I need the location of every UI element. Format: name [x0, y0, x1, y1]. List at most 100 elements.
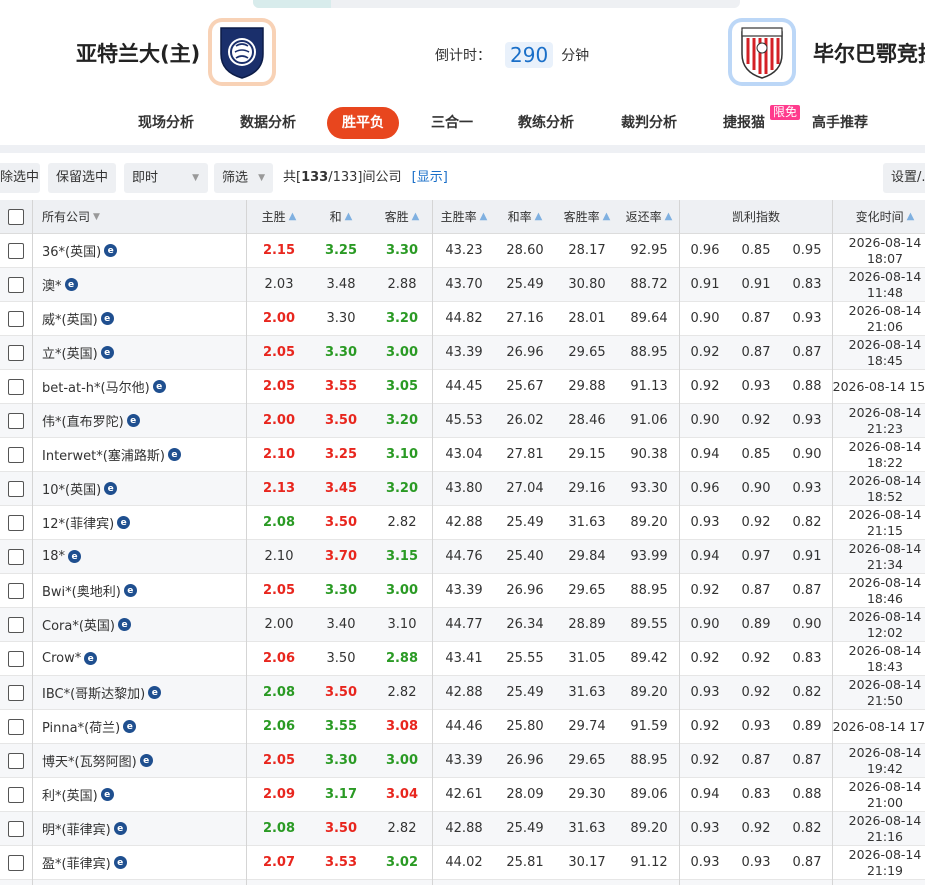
- table-row[interactable]: 12*(菲律宾) e 2.08 3.50 2.82 42.88 25.49 31.63 89.2…: [0, 506, 925, 540]
- company-name[interactable]: 伟*(直布罗陀) e: [42, 404, 242, 437]
- row-checkbox[interactable]: [8, 582, 24, 599]
- table-row[interactable]: 威*(英国) e 2.00 3.30 3.20 44.82 27.16 28.01 89.64 0…: [0, 302, 925, 336]
- header-company[interactable]: 所有公司 ▼: [42, 200, 242, 233]
- mode-select[interactable]: 即时 ▼: [124, 163, 208, 193]
- settings-button[interactable]: 设置/...: [883, 163, 925, 193]
- company-info-icon[interactable]: e: [68, 550, 82, 563]
- company-name[interactable]: Pinna*(荷兰) e: [42, 710, 242, 743]
- table-row[interactable]: 10*(英国) e 2.13 3.45 3.20 43.80 27.04 29.16 93.30…: [0, 472, 925, 506]
- company-info-icon[interactable]: e: [123, 720, 137, 733]
- table-row[interactable]: bet-at-h*(马尔他) e 2.05 3.55 3.05 44.45 25.67 29.…: [0, 370, 925, 404]
- row-checkbox[interactable]: [8, 480, 24, 497]
- company-info-icon[interactable]: e: [84, 652, 98, 665]
- row-checkbox[interactable]: [8, 854, 24, 871]
- table-row[interactable]: Bwi*(奥地利) e 2.05 3.30 3.00 43.39 26.96 29.65 88.…: [0, 574, 925, 608]
- tab-referee-analysis[interactable]: 裁判分析: [621, 107, 677, 139]
- row-checkbox[interactable]: [8, 752, 24, 769]
- header-return-rate[interactable]: 返还率 ▲: [619, 200, 679, 233]
- company-name[interactable]: 威*(英国) e: [42, 302, 242, 335]
- company-name[interactable]: 盈*(菲律宾) e: [42, 846, 242, 879]
- company-name[interactable]: Bwi*(奥地利) e: [42, 574, 242, 607]
- header-draw-rate[interactable]: 和率 ▲: [495, 200, 555, 233]
- company-name[interactable]: Crow* e: [42, 642, 242, 675]
- row-checkbox[interactable]: [8, 242, 24, 259]
- table-row[interactable]: 利*(英国) e 2.09 3.17 3.04 42.61 28.09 29.30 89.06 0…: [0, 778, 925, 812]
- row-checkbox[interactable]: [8, 514, 24, 531]
- header-draw[interactable]: 和 ▲: [310, 200, 372, 233]
- company-info-icon[interactable]: e: [104, 482, 118, 495]
- table-row[interactable]: 18* e 2.10 3.70 3.15 44.76 25.40 29.84 93.99 0.94…: [0, 540, 925, 574]
- table-row[interactable]: 博天*(瓦努阿图) e 2.05 3.30 3.00 43.39 26.96 29.65 88.…: [0, 744, 925, 778]
- company-name[interactable]: 18* e: [42, 540, 242, 573]
- row-checkbox[interactable]: [8, 820, 24, 837]
- company-info-icon[interactable]: e: [167, 448, 181, 461]
- company-info-icon[interactable]: e: [148, 686, 162, 699]
- table-row[interactable]: 盈*(菲律宾) e 2.07 3.53 3.02 44.02 25.81 30.17 91.12…: [0, 846, 925, 880]
- company-name[interactable]: 36*(英国) e: [42, 234, 242, 267]
- tab-live-analysis[interactable]: 现场分析: [138, 107, 194, 139]
- tab-win-draw-lose[interactable]: 胜平负: [327, 107, 399, 139]
- company-name[interactable]: 利*(英国) e: [42, 778, 242, 811]
- company-info-icon[interactable]: e: [139, 754, 153, 767]
- tab-data-analysis[interactable]: 数据分析: [240, 107, 296, 139]
- company-info-icon[interactable]: e: [118, 618, 131, 631]
- away-team-logo[interactable]: [728, 18, 796, 86]
- tab-expert-picks[interactable]: 高手推荐: [812, 107, 868, 139]
- filter-select[interactable]: 筛选 ▼: [214, 163, 274, 193]
- company-name[interactable]: IBC*(哥斯达黎加) e: [42, 676, 242, 709]
- tab-three-in-one[interactable]: 三合一: [431, 107, 473, 139]
- show-link[interactable]: [显示]: [412, 170, 448, 185]
- company-info-icon[interactable]: e: [123, 584, 137, 597]
- company-info-icon[interactable]: e: [100, 788, 114, 801]
- table-row[interactable]: 立*(英国) e 2.05 3.30 3.00 43.39 26.96 29.65 88.95 0…: [0, 336, 925, 370]
- row-checkbox[interactable]: [8, 548, 24, 565]
- row-checkbox[interactable]: [8, 650, 24, 667]
- row-checkbox[interactable]: [8, 616, 24, 633]
- company-name[interactable]: Cora*(英国) e: [42, 608, 242, 641]
- company-name[interactable]: Interwet*(塞浦路斯) e: [42, 438, 242, 471]
- company-name[interactable]: [42, 880, 242, 885]
- header-away-win[interactable]: 客胜 ▲: [372, 200, 432, 233]
- company-info-icon[interactable]: e: [104, 244, 118, 257]
- company-info-icon[interactable]: e: [113, 856, 127, 869]
- table-row[interactable]: 36*(英国) e 2.15 3.25 3.30 43.23 28.60 28.17 92.95…: [0, 234, 925, 268]
- company-name[interactable]: 10*(英国) e: [42, 472, 242, 505]
- row-checkbox[interactable]: [8, 344, 24, 361]
- company-name[interactable]: 澳* e: [42, 268, 242, 301]
- company-info-icon[interactable]: e: [126, 414, 140, 427]
- home-team-logo[interactable]: [208, 18, 276, 86]
- table-row[interactable]: Crow* e 2.06 3.50 2.88 43.41 25.55 31.05 89.42 0.…: [0, 642, 925, 676]
- tab-coach-analysis[interactable]: 教练分析: [518, 107, 574, 139]
- company-name[interactable]: 立*(英国) e: [42, 336, 242, 369]
- row-checkbox[interactable]: [8, 310, 24, 327]
- delete-selected-button[interactable]: 除选中: [0, 163, 40, 193]
- company-name[interactable]: bet-at-h*(马尔他) e: [42, 370, 242, 403]
- away-team-name[interactable]: 毕尔巴鄂竞技: [813, 38, 925, 68]
- header-change-time[interactable]: 变化时间 ▲: [833, 200, 925, 233]
- select-all-checkbox[interactable]: [8, 208, 24, 225]
- company-name[interactable]: 博天*(瓦努阿图) e: [42, 744, 242, 777]
- header-home-win[interactable]: 主胜 ▲: [248, 200, 310, 233]
- table-row[interactable]: 伟*(直布罗陀) e 2.00 3.50 3.20 45.53 26.02 28.46 91.0…: [0, 404, 925, 438]
- row-checkbox[interactable]: [8, 684, 24, 701]
- keep-selected-button[interactable]: 保留选中: [48, 163, 117, 193]
- row-checkbox[interactable]: [8, 276, 24, 293]
- row-checkbox[interactable]: [8, 718, 24, 735]
- header-away-rate[interactable]: 客胜率 ▲: [555, 200, 619, 233]
- company-info-icon[interactable]: e: [100, 312, 114, 325]
- company-info-icon[interactable]: e: [113, 822, 127, 835]
- table-row[interactable]: 2026-08-14: [0, 880, 925, 885]
- company-info-icon[interactable]: e: [100, 346, 114, 359]
- table-row[interactable]: Interwet*(塞浦路斯) e 2.10 3.25 3.10 43.04 27.81 29…: [0, 438, 925, 472]
- row-checkbox[interactable]: [8, 412, 24, 429]
- row-checkbox[interactable]: [8, 378, 24, 395]
- company-name[interactable]: 12*(菲律宾) e: [42, 506, 242, 539]
- row-checkbox[interactable]: [8, 446, 24, 463]
- table-row[interactable]: Pinna*(荷兰) e 2.06 3.55 3.08 44.46 25.80 29.74 91…: [0, 710, 925, 744]
- table-row[interactable]: 明*(菲律宾) e 2.08 3.50 2.82 42.88 25.49 31.63 89.20…: [0, 812, 925, 846]
- home-team-name[interactable]: 亚特兰大(主): [76, 38, 200, 68]
- company-info-icon[interactable]: e: [117, 516, 131, 529]
- table-row[interactable]: 澳* e 2.03 3.48 2.88 43.70 25.49 30.80 88.72 0.91 0…: [0, 268, 925, 302]
- tab-jiebao-cat[interactable]: 捷报猫: [723, 107, 765, 139]
- company-info-icon[interactable]: e: [152, 380, 166, 393]
